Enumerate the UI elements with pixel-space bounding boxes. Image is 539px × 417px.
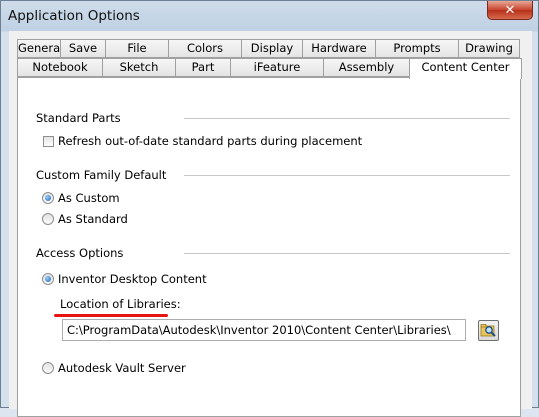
- tab-drawing[interactable]: Drawing: [458, 39, 520, 58]
- close-icon: ✕: [504, 2, 516, 18]
- tab-assembly[interactable]: Assembly: [323, 58, 410, 77]
- tab-colors[interactable]: Colors: [168, 39, 242, 58]
- tab-file[interactable]: File: [105, 39, 169, 58]
- libraries-location-input[interactable]: C:\ProgramData\Autodesk\Inventor 2010\Co…: [62, 319, 466, 341]
- vault-server-radio[interactable]: [42, 362, 54, 374]
- folder-search-icon: [480, 324, 496, 337]
- desktop-content-label: Inventor Desktop Content: [58, 272, 207, 286]
- as-standard-label: As Standard: [58, 212, 128, 226]
- tab-save[interactable]: Save: [60, 39, 106, 58]
- refresh-standard-parts-checkbox[interactable]: [43, 136, 54, 147]
- as-standard-radio[interactable]: [42, 213, 54, 225]
- tab-display[interactable]: Display: [241, 39, 303, 58]
- tab-ifeature[interactable]: iFeature: [230, 58, 324, 77]
- location-of-libraries-label: Location of Libraries:: [60, 297, 181, 311]
- standard-parts-separator: [184, 118, 510, 119]
- close-button[interactable]: ✕: [487, 1, 533, 20]
- access-options-separator: [184, 253, 510, 254]
- refresh-standard-parts-label: Refresh out-of-date standard parts durin…: [58, 134, 363, 148]
- title-bar[interactable]: Application Options ✕: [1, 1, 538, 31]
- red-underline-annotation: [54, 314, 168, 317]
- window-title: Application Options: [8, 8, 140, 24]
- custom-family-heading: Custom Family Default: [36, 168, 167, 182]
- tab-general[interactable]: General: [17, 39, 63, 58]
- custom-family-separator: [184, 175, 510, 176]
- application-options-window: Application Options ✕ General Save File …: [0, 0, 539, 417]
- access-options-heading: Access Options: [36, 246, 124, 260]
- tab-sketch[interactable]: Sketch: [102, 58, 176, 77]
- tab-hardware[interactable]: Hardware: [302, 39, 376, 58]
- as-custom-label: As Custom: [58, 191, 120, 205]
- as-custom-radio[interactable]: [42, 192, 54, 204]
- tab-notebook[interactable]: Notebook: [17, 58, 103, 77]
- tab-content-center[interactable]: Content Center: [409, 58, 522, 79]
- standard-parts-heading: Standard Parts: [36, 111, 121, 125]
- dialog-client: General Save File Colors Display Hardwar…: [9, 31, 532, 417]
- tab-part[interactable]: Part: [175, 58, 231, 77]
- browse-button[interactable]: [478, 320, 499, 341]
- vault-server-label: Autodesk Vault Server: [58, 361, 186, 375]
- content-center-panel: Standard Parts Refresh out-of-date stand…: [17, 77, 521, 417]
- tab-prompts[interactable]: Prompts: [375, 39, 459, 58]
- desktop-content-radio[interactable]: [42, 273, 54, 285]
